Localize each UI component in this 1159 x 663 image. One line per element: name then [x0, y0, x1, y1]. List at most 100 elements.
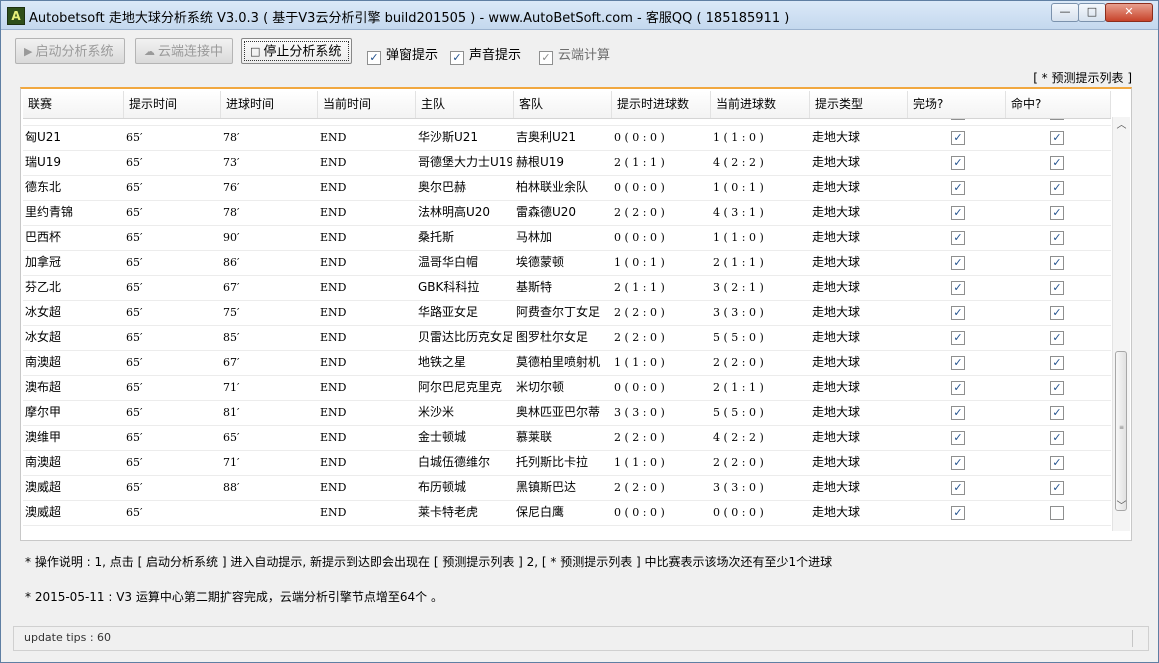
finished-checkbox[interactable]: ✓ — [951, 131, 965, 145]
finished-checkbox[interactable]: ✓ — [951, 256, 965, 270]
hit-checkbox[interactable]: ✓ — [1050, 331, 1064, 345]
finished-checkbox[interactable]: ✓ — [951, 156, 965, 170]
table-row[interactable]: 巴西杯 65′ 90′ END 桑托斯 马林加 0 ( 0 : 0 ) 1 ( 1 : 0 )… — [23, 225, 1111, 251]
cell-current-time: END — [320, 456, 347, 469]
cell-home-team: 莱卡特老虎 — [418, 505, 479, 519]
start-analysis-button[interactable]: ▶ 启动分析系统 — [15, 38, 125, 64]
column-header-home-team[interactable]: 主队 — [416, 91, 514, 118]
popup-alert-checkbox[interactable]: ✓ — [367, 51, 381, 65]
finished-checkbox[interactable]: ✓ — [951, 331, 965, 345]
hit-checkbox[interactable]: ✓ — [1050, 119, 1064, 120]
column-header-league[interactable]: 联赛 — [23, 91, 124, 118]
cell-home-team: 地铁之星 — [418, 355, 467, 369]
column-header-finished[interactable]: 完场? — [908, 91, 1006, 118]
column-header-tip-goals[interactable]: 提示时进球数 — [612, 91, 711, 118]
cell-goal-time: 85′ — [223, 331, 240, 344]
finished-checkbox[interactable]: ✓ — [951, 181, 965, 195]
close-button[interactable]: ✕ — [1105, 3, 1153, 22]
hit-checkbox[interactable]: ✓ — [1050, 406, 1064, 420]
table-row[interactable]: 南澳超 65′ 71′ END 白城伍德维尔 托列斯比卡拉 1 ( 1 : 0 ) 2 ( 2… — [23, 450, 1111, 476]
minimize-button[interactable]: — — [1051, 3, 1079, 22]
cell-home-team: 哥德堡大力士U19 — [418, 155, 512, 169]
scroll-thumb[interactable]: ≡ — [1115, 351, 1127, 511]
cell-current-time: END — [320, 281, 347, 294]
table-row[interactable]: 芬乙北 65′ 67′ END GBK科科拉 基斯特 2 ( 1 : 1 ) 3 ( 2 : … — [23, 275, 1111, 301]
table-row[interactable]: 澳维甲 65′ 65′ END 金士顿城 慕莱联 2 ( 2 : 0 ) 4 ( 2 : 2 … — [23, 425, 1111, 451]
cell-home-team: 华路亚女足 — [418, 305, 479, 319]
cell-tip-time: 65′ — [126, 331, 143, 344]
column-header-current-time[interactable]: 当前时间 — [318, 91, 416, 118]
table-row[interactable]: 澳威超 65′ 88′ END 布历顿城 黑镇斯巴达 2 ( 2 : 0 ) 3 ( 3 : … — [23, 475, 1111, 501]
cell-current-time: END — [320, 231, 347, 244]
cell-tip-type: 走地大球 — [812, 255, 861, 269]
hit-checkbox[interactable]: ✓ — [1050, 281, 1064, 295]
hit-checkbox[interactable]: ✓ — [1050, 481, 1064, 495]
table-row[interactable]: 冰女超 65′ 85′ END 贝雷达比历克女足 图罗杜尔女足 2 ( 2 : 0 ) 5 (… — [23, 325, 1111, 351]
finished-checkbox[interactable]: ✓ — [951, 206, 965, 220]
table-row[interactable]: 澳威超 65′ END 莱卡特老虎 保尼白鹰 0 ( 0 : 0 ) 0 ( 0 : 0 )… — [23, 500, 1111, 526]
column-header-current-goals[interactable]: 当前进球数 — [711, 91, 810, 118]
finished-checkbox[interactable]: ✓ — [951, 506, 965, 520]
hit-checkbox[interactable]: ✓ — [1050, 131, 1064, 145]
finished-checkbox[interactable]: ✓ — [951, 381, 965, 395]
column-header-goal-time[interactable]: 进球时间 — [221, 91, 318, 118]
table-row[interactable]: 南澳超 65′ 67′ END 地铁之星 莫德柏里喷射机 1 ( 1 : 0 ) 2 ( 2 … — [23, 350, 1111, 376]
hit-checkbox[interactable]: ✓ — [1050, 156, 1064, 170]
finished-checkbox[interactable]: ✓ — [951, 456, 965, 470]
cloud-connect-button[interactable]: ☁ 云端连接中 — [135, 38, 233, 64]
cell-tip-goals: 0 ( 0 : 0 ) — [614, 181, 665, 194]
hit-checkbox[interactable]: ✓ — [1050, 306, 1064, 320]
scroll-up-icon[interactable]: ︿ — [1113, 117, 1130, 134]
finished-checkbox[interactable]: ✓ — [951, 306, 965, 320]
table-row[interactable]: 冰女超 65′ 75′ END 华路亚女足 阿费查尔丁女足 2 ( 2 : 0 ) 3 ( 3… — [23, 300, 1111, 326]
finished-checkbox[interactable]: ✓ — [951, 431, 965, 445]
table-row[interactable]: 澳布超 65′ 71′ END 阿尔巴尼克里克 米切尔顿 0 ( 0 : 0 ) 2 ( 1 … — [23, 375, 1111, 401]
sound-alert-checkbox[interactable]: ✓ — [450, 51, 464, 65]
cell-goal-time: 75′ — [223, 306, 240, 319]
finished-checkbox[interactable]: ✓ — [951, 231, 965, 245]
hit-checkbox[interactable] — [1050, 506, 1064, 520]
cell-tip-time: 65′ — [126, 206, 143, 219]
column-header-tip-type[interactable]: 提示类型 — [810, 91, 908, 118]
scroll-down-icon[interactable]: ﹀ — [1113, 498, 1130, 515]
column-header-hit[interactable]: 命中? — [1006, 91, 1111, 118]
cell-tip-goals: 3 ( 3 : 0 ) — [614, 406, 665, 419]
table-row[interactable]: 瑞U19 65′ 73′ END 哥德堡大力士U19 赫根U19 2 ( 1 : 1 ) 4 … — [23, 150, 1111, 176]
hit-checkbox[interactable]: ✓ — [1050, 381, 1064, 395]
cell-tip-type: 走地大球 — [812, 305, 861, 319]
finished-checkbox[interactable]: ✓ — [951, 281, 965, 295]
sound-alert-toggle[interactable]: ✓ 声音提示 — [450, 44, 521, 65]
cell-current-goals: 1 ( 1 : 0 ) — [713, 131, 764, 144]
table-row[interactable]: 摩尔甲 65′ 81′ END 米沙米 奥林匹亚巴尔蒂 3 ( 3 : 0 ) 5 ( 5 :… — [23, 400, 1111, 426]
vertical-scrollbar[interactable]: ︿ ≡ ﹀ — [1112, 117, 1130, 531]
table-row[interactable]: 德东北 65′ 76′ END 奥尔巴赫 柏林联业余队 0 ( 0 : 0 ) 1 ( 0 :… — [23, 175, 1111, 201]
finished-checkbox[interactable]: ✓ — [951, 481, 965, 495]
cloud-calc-checkbox[interactable]: ✓ — [539, 51, 553, 65]
cell-away-team: 赫根U19 — [516, 155, 565, 169]
cloud-calc-toggle[interactable]: ✓ 云端计算 — [539, 44, 610, 65]
hit-checkbox[interactable]: ✓ — [1050, 456, 1064, 470]
popup-alert-toggle[interactable]: ✓ 弹窗提示 — [367, 44, 438, 65]
hit-checkbox[interactable]: ✓ — [1050, 356, 1064, 370]
table-row[interactable]: 里约青锦 65′ 78′ END 法林明高U20 雷森德U20 2 ( 2 : 0 ) 4 (… — [23, 200, 1111, 226]
hit-checkbox[interactable]: ✓ — [1050, 231, 1064, 245]
cell-tip-time: 65′ — [126, 281, 143, 294]
hit-checkbox[interactable]: ✓ — [1050, 256, 1064, 270]
table-row[interactable]: 匈U21 65′ 78′ END 华沙斯U21 吉奥利U21 0 ( 0 : 0 ) 1 ( … — [23, 125, 1111, 151]
cell-tip-goals: 0 ( 0 : 0 ) — [614, 381, 665, 394]
maximize-button[interactable]: □ — [1078, 3, 1106, 22]
cell-tip-type: 走地大球 — [812, 480, 861, 494]
finished-checkbox[interactable]: ✓ — [951, 356, 965, 370]
hit-checkbox[interactable]: ✓ — [1050, 431, 1064, 445]
stop-analysis-button[interactable]: □ 停止分析系统 — [241, 38, 352, 64]
cell-tip-time: 65′ — [126, 156, 143, 169]
cell-tip-time: 65′ — [126, 231, 143, 244]
finished-checkbox[interactable]: ✓ — [951, 406, 965, 420]
cell-current-goals: 3 ( 2 : 1 ) — [713, 281, 764, 294]
table-row[interactable]: 加拿冠 65′ 86′ END 温哥华白帽 埃德蒙顿 1 ( 0 : 1 ) 2 ( 1 : … — [23, 250, 1111, 276]
finished-checkbox[interactable]: ✓ — [951, 119, 965, 120]
column-header-tip-time[interactable]: 提示时间 — [124, 91, 221, 118]
hit-checkbox[interactable]: ✓ — [1050, 206, 1064, 220]
hit-checkbox[interactable]: ✓ — [1050, 181, 1064, 195]
column-header-away-team[interactable]: 客队 — [514, 91, 612, 118]
